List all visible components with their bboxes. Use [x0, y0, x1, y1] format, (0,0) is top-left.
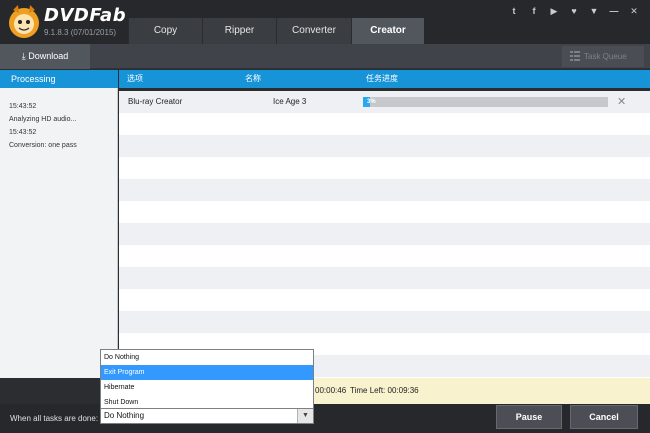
log-line: Conversion: one pass	[9, 142, 77, 149]
app-version: 9.1.8.3 (07/01/2015)	[44, 28, 117, 37]
app-header: DVDFab 9.1.8.3 (07/01/2015) Copy Ripper …	[0, 0, 650, 44]
log-line: Analyzing HD audio...	[9, 116, 77, 123]
column-header-progress: 任务进度	[366, 74, 398, 83]
facebook-icon[interactable]: f	[528, 6, 540, 16]
task-list: Blu-ray Creator Ice Age 3 3% ✕	[119, 91, 650, 378]
empty-row	[119, 135, 650, 157]
when-done-options: Do Nothing Exit Program Hibernate Shut D…	[100, 349, 314, 409]
when-done-selected-value: Do Nothing	[104, 411, 145, 420]
column-header-option: 选项	[127, 74, 143, 83]
task-progress-label: 3%	[367, 99, 376, 105]
option-exit-program[interactable]: Exit Program	[101, 365, 313, 380]
download-label: Download	[28, 51, 69, 61]
chevron-down-icon[interactable]: ▼	[297, 408, 313, 423]
empty-row	[119, 245, 650, 267]
download-button[interactable]: ⤓ Download	[0, 44, 90, 69]
minimize-icon[interactable]: —	[608, 6, 620, 16]
option-hibernate[interactable]: Hibernate	[101, 380, 313, 395]
empty-row	[119, 201, 650, 223]
elapsed-time: 00:00:46	[315, 386, 347, 395]
heart-icon[interactable]: ♥	[568, 6, 580, 16]
tab-ripper[interactable]: Ripper	[202, 18, 276, 44]
empty-row	[119, 311, 650, 333]
task-queue-button[interactable]: Task Queue	[562, 46, 644, 67]
youtube-icon[interactable]: ▶	[548, 6, 560, 17]
pause-button[interactable]: Pause	[496, 405, 562, 429]
task-name: Ice Age 3	[273, 97, 307, 106]
dvdfab-logo-icon	[9, 5, 39, 38]
close-icon[interactable]: ✕	[628, 6, 640, 17]
log-line: 15:43:52	[9, 129, 37, 136]
table-row[interactable]: Blu-ray Creator Ice Age 3 3% ✕	[119, 91, 650, 113]
remove-task-icon[interactable]: ✕	[617, 91, 626, 113]
when-done-label: When all tasks are done:	[10, 414, 99, 423]
tab-copy[interactable]: Copy	[128, 18, 202, 44]
task-progress-bar: 3%	[363, 97, 608, 107]
twitter-icon[interactable]: t	[508, 6, 520, 16]
log-line: 15:43:52	[9, 103, 37, 110]
app-name: DVDFab	[44, 5, 127, 26]
list-icon	[570, 51, 580, 61]
tab-creator[interactable]: Creator	[351, 18, 424, 44]
download-icon: ⤓	[21, 51, 26, 61]
option-do-nothing[interactable]: Do Nothing	[101, 350, 313, 365]
task-option: Blu-ray Creator	[128, 97, 183, 106]
empty-row	[119, 179, 650, 201]
task-table-header: 选项 名称 任务进度	[119, 70, 650, 88]
task-queue-label: Task Queue	[584, 52, 627, 61]
option-shut-down[interactable]: Shut Down	[101, 395, 313, 410]
processing-header: Processing	[0, 70, 118, 88]
processing-log: 15:43:52 Analyzing HD audio... 15:43:52 …	[0, 88, 118, 378]
empty-row	[119, 113, 650, 135]
time-left: Time Left: 00:09:36	[350, 386, 419, 395]
empty-row	[119, 289, 650, 311]
column-header-name: 名称	[245, 74, 261, 83]
empty-row	[119, 157, 650, 179]
tab-converter[interactable]: Converter	[276, 18, 351, 44]
toolbar: ⤓ Download Task Queue	[0, 44, 650, 69]
cancel-button[interactable]: Cancel	[570, 405, 638, 429]
empty-row	[119, 267, 650, 289]
empty-row	[119, 223, 650, 245]
dropdown-icon[interactable]: ▼	[588, 6, 600, 16]
